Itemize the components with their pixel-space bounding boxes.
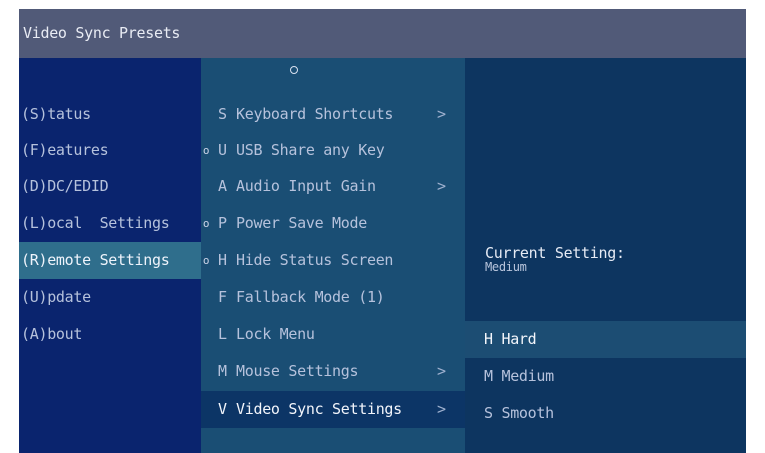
option-label: Medium bbox=[501, 367, 554, 385]
main-menu-item-label: (U)pdate bbox=[21, 288, 91, 306]
main-menu-item-label: (D)DC/EDID bbox=[21, 177, 109, 195]
submenu-item-label: Video Sync Settings bbox=[236, 400, 402, 418]
submenu-item-label: Power Save Mode bbox=[236, 214, 367, 232]
video-sync-detail-panel: Current Setting: Medium H Hard M Medium … bbox=[465, 58, 746, 453]
submenu-item-video-sync-settings[interactable]: V Video Sync Settings > bbox=[201, 391, 465, 428]
submenu-item-hotkey: S bbox=[218, 105, 227, 123]
submenu-item-label: Mouse Settings bbox=[236, 362, 359, 380]
main-menu-item-label: (R)emote Settings bbox=[21, 251, 170, 269]
submenu-item-label: Fallback Mode (1) bbox=[236, 288, 385, 306]
submenu-item-hotkey: L bbox=[218, 325, 227, 343]
option-label: Smooth bbox=[501, 404, 554, 422]
main-menu-item-local-settings[interactable]: (L)ocal Settings bbox=[19, 205, 201, 242]
submenu-item-label: USB Share any Key bbox=[236, 141, 385, 159]
main-menu-item-status[interactable]: (S)tatus bbox=[19, 96, 201, 133]
submenu-item-hotkey: A bbox=[218, 177, 227, 195]
submenu-item-hotkey: U bbox=[218, 141, 227, 159]
option-label: Hard bbox=[501, 330, 537, 348]
submenu-item-label: Keyboard Shortcuts bbox=[236, 105, 394, 123]
submenu-item-label: Audio Input Gain bbox=[236, 177, 376, 195]
submenu-item-mouse-settings[interactable]: M Mouse Settings > bbox=[201, 353, 465, 390]
main-menu-item-features[interactable]: (F)eatures bbox=[19, 132, 201, 169]
submenu-item-lock-menu[interactable]: L Lock Menu bbox=[201, 316, 465, 353]
scroll-up-indicator-icon[interactable] bbox=[290, 66, 298, 74]
main-menu-item-label: (L)ocal Settings bbox=[21, 214, 170, 232]
submenu-item-label: Hide Status Screen bbox=[236, 251, 394, 269]
current-setting-value: Medium bbox=[485, 260, 527, 274]
window-title: Video Sync Presets bbox=[19, 9, 746, 58]
main-menu-item-label: (F)eatures bbox=[21, 141, 109, 159]
submenu-item-usb-share-any-key[interactable]: o U USB Share any Key bbox=[201, 132, 465, 169]
submenu-item-hotkey: F bbox=[218, 288, 227, 306]
main-menu-item-label: (A)bout bbox=[21, 325, 83, 343]
main-menu: (S)tatus (F)eatures (D)DC/EDID (L)ocal S… bbox=[19, 58, 201, 453]
option-hotkey: H bbox=[484, 330, 493, 348]
toggle-dot-icon: o bbox=[202, 217, 210, 230]
main-menu-item-remote-settings[interactable]: (R)emote Settings bbox=[19, 242, 201, 279]
submenu-item-keyboard-shortcuts[interactable]: S Keyboard Shortcuts > bbox=[201, 96, 465, 133]
submenu-item-hide-status-screen[interactable]: o H Hide Status Screen bbox=[201, 242, 465, 279]
main-menu-item-update[interactable]: (U)pdate bbox=[19, 279, 201, 316]
submenu-item-hotkey: M bbox=[218, 362, 227, 380]
option-hotkey: M bbox=[484, 367, 493, 385]
submenu-item-hotkey: P bbox=[218, 214, 227, 232]
option-medium[interactable]: M Medium bbox=[465, 358, 746, 395]
toggle-dot-icon: o bbox=[202, 254, 210, 267]
chevron-right-icon: > bbox=[437, 177, 446, 195]
submenu-item-hotkey: V bbox=[218, 400, 227, 418]
toggle-dot-icon: o bbox=[202, 144, 210, 157]
option-hotkey: S bbox=[484, 404, 493, 422]
submenu-item-audio-input-gain[interactable]: A Audio Input Gain > bbox=[201, 168, 465, 205]
chevron-right-icon: > bbox=[437, 105, 446, 123]
submenu-item-label: Lock Menu bbox=[236, 325, 315, 343]
submenu-item-hotkey: H bbox=[218, 251, 227, 269]
main-menu-item-about[interactable]: (A)bout bbox=[19, 316, 201, 353]
option-smooth[interactable]: S Smooth bbox=[465, 395, 746, 432]
option-hard[interactable]: H Hard bbox=[465, 321, 746, 358]
submenu-item-fallback-mode[interactable]: F Fallback Mode (1) bbox=[201, 279, 465, 316]
main-menu-item-ddc-edid[interactable]: (D)DC/EDID bbox=[19, 168, 201, 205]
video-sync-presets-window: Video Sync Presets (S)tatus (F)eatures (… bbox=[19, 9, 746, 453]
remote-settings-submenu: S Keyboard Shortcuts > o U USB Share any… bbox=[201, 58, 465, 453]
chevron-right-icon: > bbox=[437, 400, 446, 418]
chevron-right-icon: > bbox=[437, 362, 446, 380]
main-menu-item-label: (S)tatus bbox=[21, 105, 91, 123]
submenu-item-power-save-mode[interactable]: o P Power Save Mode bbox=[201, 205, 465, 242]
